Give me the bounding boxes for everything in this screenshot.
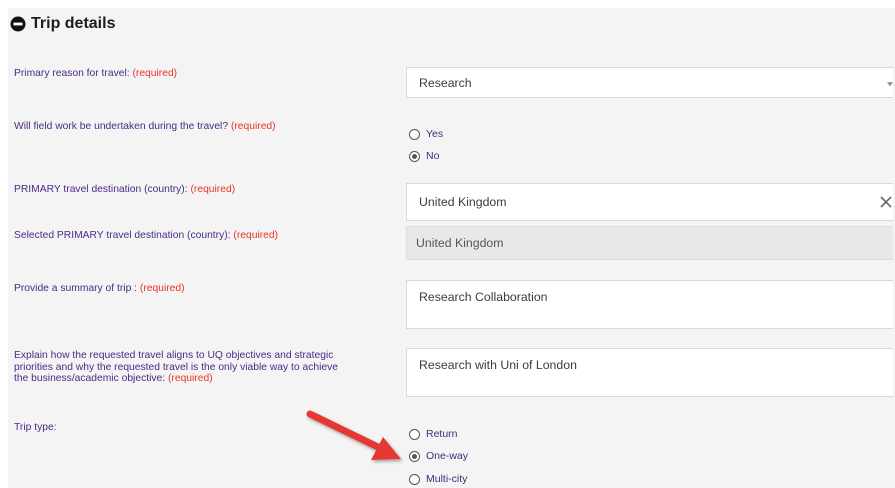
red-arrow-annotation [306, 410, 401, 460]
